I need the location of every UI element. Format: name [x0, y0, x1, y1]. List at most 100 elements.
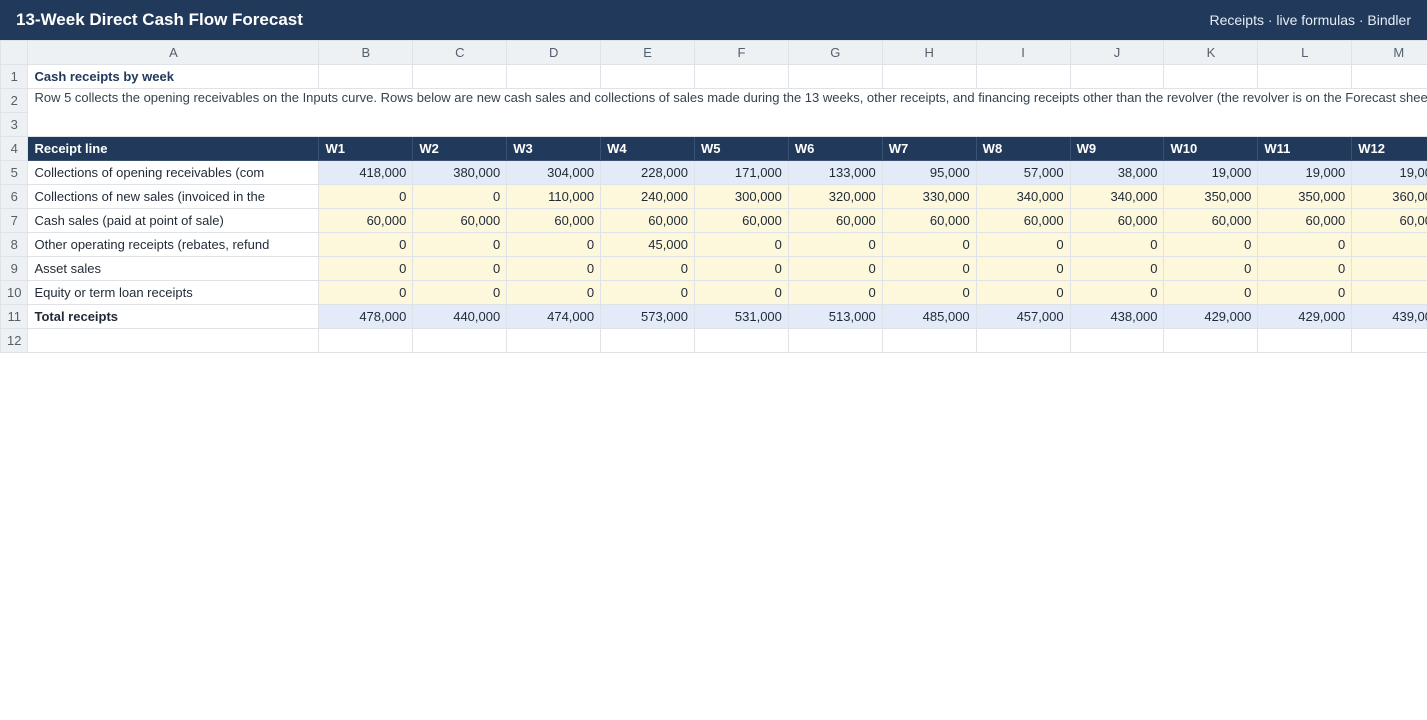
week-value-cell[interactable]: 0 — [1069, 232, 1165, 257]
week-value-cell[interactable]: 0 — [412, 232, 508, 257]
row-label[interactable]: Total receipts — [27, 304, 320, 329]
week-value-cell[interactable]: 0 — [694, 280, 789, 305]
column-header[interactable]: F — [694, 40, 789, 65]
row-number[interactable]: 8 — [0, 232, 29, 257]
row-number[interactable]: 1 — [0, 64, 29, 89]
row-label[interactable]: Asset sales — [27, 256, 320, 281]
week-value-cell[interactable]: 0 — [1069, 256, 1165, 281]
week-value-cell[interactable]: 0 — [412, 184, 508, 209]
week-value-cell[interactable]: 60,000 — [600, 208, 695, 233]
week-value-cell[interactable]: 60,000 — [881, 208, 977, 233]
cell[interactable] — [506, 328, 602, 353]
week-value-cell[interactable]: 60,000 — [1069, 208, 1165, 233]
column-header[interactable]: J — [1069, 40, 1165, 65]
week-value-cell[interactable]: 0 — [1257, 232, 1353, 257]
week-value-cell[interactable]: 45,000 — [600, 232, 695, 257]
column-header[interactable]: B — [318, 40, 414, 65]
column-header[interactable]: I — [975, 40, 1071, 65]
week-value-cell[interactable]: 330,000 — [881, 184, 977, 209]
header-week-cell[interactable]: W12 — [1351, 136, 1427, 161]
week-value-cell[interactable]: 457,000 — [975, 304, 1071, 329]
row-label[interactable]: Equity or term loan receipts — [27, 280, 320, 305]
week-value-cell[interactable]: 418,000 — [318, 160, 414, 185]
week-value-cell[interactable]: 300,000 — [694, 184, 789, 209]
week-value-cell[interactable]: 0 — [318, 184, 414, 209]
week-value-cell[interactable]: 60,000 — [318, 208, 414, 233]
week-value-cell[interactable]: 38,000 — [1069, 160, 1165, 185]
column-header[interactable]: M — [1351, 40, 1427, 65]
week-value-cell[interactable]: 19,000 — [1163, 160, 1259, 185]
row-number[interactable]: 7 — [0, 208, 29, 233]
cell[interactable] — [412, 64, 508, 89]
week-value-cell[interactable]: 0 — [787, 280, 883, 305]
cell[interactable] — [881, 64, 977, 89]
week-value-cell[interactable]: 360,000 — [1351, 184, 1427, 209]
week-value-cell[interactable]: 60,000 — [1257, 208, 1353, 233]
week-value-cell[interactable]: 0 — [1163, 232, 1259, 257]
week-value-cell[interactable]: 0 — [1351, 256, 1427, 281]
week-value-cell[interactable]: 0 — [600, 280, 695, 305]
cell[interactable] — [694, 64, 789, 89]
week-value-cell[interactable]: 350,000 — [1257, 184, 1353, 209]
header-week-cell[interactable]: W11 — [1257, 136, 1353, 161]
week-value-cell[interactable]: 60,000 — [694, 208, 789, 233]
week-value-cell[interactable]: 0 — [1351, 280, 1427, 305]
week-value-cell[interactable]: 0 — [1257, 280, 1353, 305]
week-value-cell[interactable]: 0 — [412, 256, 508, 281]
cell[interactable] — [787, 64, 883, 89]
row-label[interactable]: Other operating receipts (rebates, refun… — [27, 232, 320, 257]
week-value-cell[interactable]: 57,000 — [975, 160, 1071, 185]
week-value-cell[interactable]: 380,000 — [412, 160, 508, 185]
column-header[interactable]: E — [600, 40, 695, 65]
week-value-cell[interactable]: 60,000 — [975, 208, 1071, 233]
week-value-cell[interactable]: 0 — [1257, 256, 1353, 281]
cell[interactable] — [787, 328, 883, 353]
cell[interactable] — [1069, 328, 1165, 353]
header-week-cell[interactable]: W1 — [318, 136, 414, 161]
week-value-cell[interactable]: 438,000 — [1069, 304, 1165, 329]
week-value-cell[interactable]: 0 — [881, 280, 977, 305]
week-value-cell[interactable]: 0 — [318, 280, 414, 305]
row-number[interactable]: 12 — [0, 328, 29, 353]
row-number[interactable]: 5 — [0, 160, 29, 185]
week-value-cell[interactable]: 60,000 — [787, 208, 883, 233]
column-header[interactable]: D — [506, 40, 602, 65]
week-value-cell[interactable]: 95,000 — [881, 160, 977, 185]
section-heading[interactable]: Cash receipts by week — [27, 64, 320, 89]
header-week-cell[interactable]: W5 — [694, 136, 789, 161]
row-number[interactable]: 3 — [0, 112, 29, 137]
row-label[interactable]: Collections of new sales (invoiced in th… — [27, 184, 320, 209]
row-number[interactable]: 11 — [0, 304, 29, 329]
column-header[interactable]: C — [412, 40, 508, 65]
week-value-cell[interactable]: 0 — [318, 256, 414, 281]
week-value-cell[interactable]: 513,000 — [787, 304, 883, 329]
header-week-cell[interactable]: W9 — [1069, 136, 1165, 161]
week-value-cell[interactable]: 531,000 — [694, 304, 789, 329]
week-value-cell[interactable]: 485,000 — [881, 304, 977, 329]
column-header[interactable]: A — [27, 40, 320, 65]
week-value-cell[interactable]: 0 — [600, 256, 695, 281]
week-value-cell[interactable]: 0 — [881, 256, 977, 281]
header-week-cell[interactable]: W2 — [412, 136, 508, 161]
week-value-cell[interactable]: 340,000 — [1069, 184, 1165, 209]
header-receipt-line[interactable]: Receipt line — [27, 136, 320, 161]
week-value-cell[interactable]: 0 — [506, 232, 602, 257]
week-value-cell[interactable]: 0 — [1163, 280, 1259, 305]
cell[interactable] — [1069, 64, 1165, 89]
row-number[interactable]: 6 — [0, 184, 29, 209]
week-value-cell[interactable]: 320,000 — [787, 184, 883, 209]
header-week-cell[interactable]: W3 — [506, 136, 602, 161]
week-value-cell[interactable]: 0 — [881, 232, 977, 257]
row-label[interactable]: Cash sales (paid at point of sale) — [27, 208, 320, 233]
week-value-cell[interactable]: 439,000 — [1351, 304, 1427, 329]
cell[interactable] — [318, 328, 414, 353]
row-number[interactable]: 4 — [0, 136, 29, 161]
week-value-cell[interactable]: 19,000 — [1257, 160, 1353, 185]
select-all-corner[interactable] — [0, 40, 29, 65]
cell[interactable] — [1257, 328, 1353, 353]
week-value-cell[interactable]: 0 — [694, 232, 789, 257]
week-value-cell[interactable]: 228,000 — [600, 160, 695, 185]
spreadsheet-grid[interactable]: ABCDEFGHIJKLMNO 1 Cash receipts by week … — [0, 40, 1427, 720]
row-number[interactable]: 10 — [0, 280, 29, 305]
week-value-cell[interactable]: 0 — [787, 256, 883, 281]
